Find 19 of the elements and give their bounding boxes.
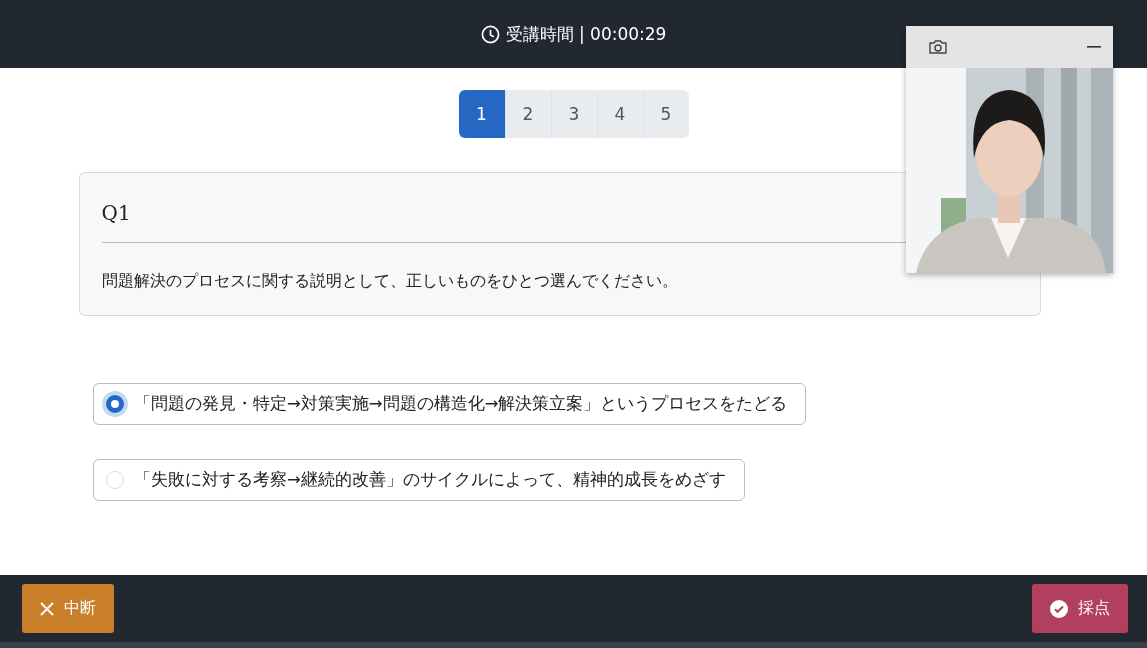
camera-icon[interactable] [928,39,948,55]
close-icon [40,601,54,616]
page-button[interactable]: 5 [642,90,689,138]
minimize-icon[interactable] [1087,45,1101,49]
clock-icon [480,24,500,44]
abort-button[interactable]: 中断 [22,584,114,633]
page-button[interactable]: 3 [550,90,597,138]
grade-button[interactable]: 採点 [1032,584,1128,633]
answer-option[interactable]: 「失敗に対する考察→継続的改善」のサイクルによって、精神的成長をめざす [93,459,745,501]
page-button[interactable]: 2 [504,90,551,138]
option-text: 「失敗に対する考察→継続的改善」のサイクルによって、精神的成長をめざす [134,469,726,491]
check-circle-icon [1050,599,1068,618]
page-button[interactable]: 1 [458,90,505,138]
elapsed-time: 受講時間 | 00:00:29 [505,22,667,46]
radio-button[interactable] [106,395,124,413]
option-text: 「問題の発見・特定→対策実施→問題の構造化→解決策立案」というプロセスをたどる [134,393,788,415]
answer-option[interactable]: 「問題の発見・特定→対策実施→問題の構造化→解決策立案」というプロセスをたどる [93,383,807,425]
question-text: 問題解決のプロセスに関する説明として、正しいものをひとつ選んでください。 [101,271,679,292]
page-button[interactable]: 4 [596,90,643,138]
